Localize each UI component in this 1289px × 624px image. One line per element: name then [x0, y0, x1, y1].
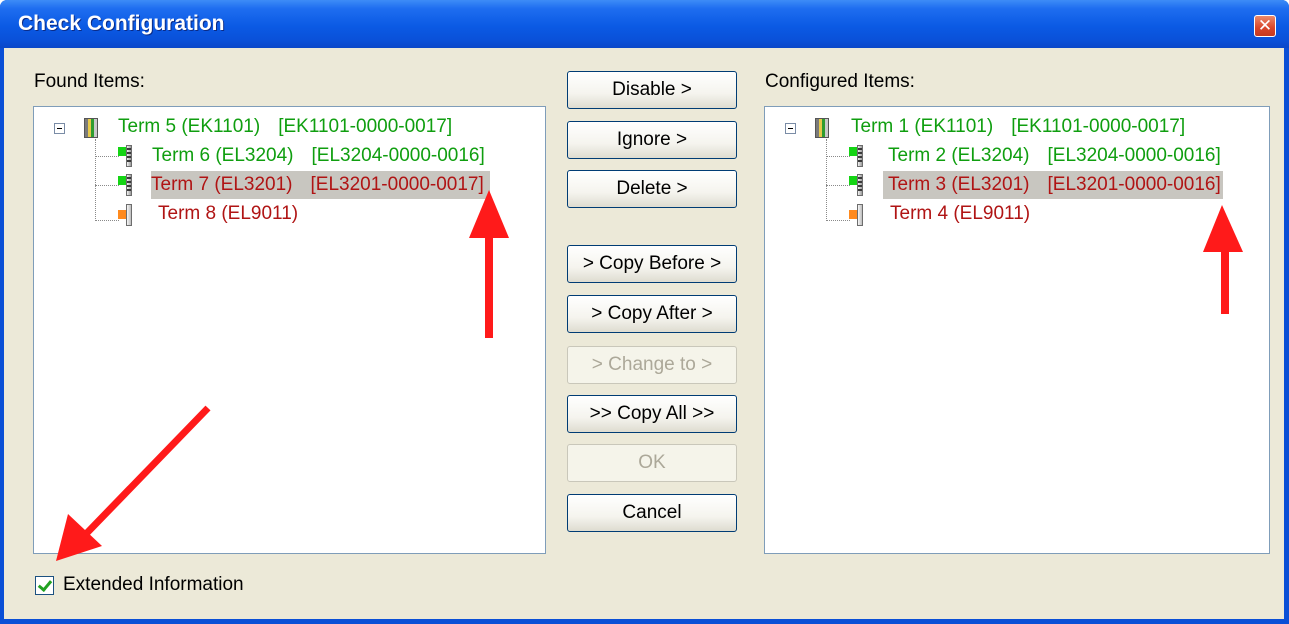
coupler-icon [84, 118, 98, 138]
item-part-number: [EL3204-0000-0016] [311, 145, 485, 166]
dialog-title: Check Configuration [18, 12, 225, 35]
terminal-green-icon [849, 174, 863, 196]
tree-connector [826, 139, 827, 221]
tree-item-term-1[interactable]: Term 1 (EK1101) [EK1101-0000-0017] [851, 113, 1185, 141]
tree-connector [826, 185, 850, 186]
item-part-number: [EL3201-0000-0016] [1047, 174, 1221, 195]
item-name: Term 1 (EK1101) [851, 116, 994, 137]
tree-item-term-4[interactable]: Term 4 (EL9011) [890, 200, 1030, 228]
extended-information-label: Extended Information [63, 574, 244, 595]
terminal-green-icon [118, 145, 132, 167]
tree-item-term-8[interactable]: Term 8 (EL9011) [158, 200, 298, 228]
tree-connector [826, 220, 850, 221]
ignore-button[interactable]: Ignore > [567, 121, 737, 159]
close-icon: ✕ [1257, 16, 1273, 35]
terminal-orange-icon [118, 204, 132, 226]
found-items-tree[interactable]: Term 5 (EK1101) [EK1101-0000-0017] Term 6… [33, 106, 546, 554]
copy-after-button[interactable]: > Copy After > [567, 295, 737, 333]
tree-item-term-6[interactable]: Term 6 (EL3204) [EL3204-0000-0016] [152, 142, 485, 170]
item-part-number: [EL3204-0000-0016] [1047, 145, 1221, 166]
terminal-orange-icon [849, 204, 863, 226]
terminal-green-icon [118, 174, 132, 196]
item-name: Term 4 (EL9011) [890, 203, 1031, 224]
delete-button[interactable]: Delete > [567, 170, 737, 208]
item-name: Term 7 (EL3201) [151, 174, 293, 195]
coupler-icon [815, 118, 829, 138]
title-bar[interactable]: Check Configuration ✕ [0, 0, 1289, 48]
item-name: Term 5 (EK1101) [118, 116, 261, 137]
copy-all-button[interactable]: >> Copy All >> [567, 395, 737, 433]
change-to-button[interactable]: > Change to > [567, 346, 737, 384]
item-part-number: [EK1101-0000-0017] [278, 116, 453, 137]
copy-before-button[interactable]: > Copy Before > [567, 245, 737, 283]
tree-connector [95, 156, 119, 157]
terminal-green-icon [849, 145, 863, 167]
item-part-number: [EL3201-0000-0017] [310, 174, 484, 195]
configured-items-tree[interactable]: Term 1 (EK1101) [EK1101-0000-0017] Term 2… [764, 106, 1270, 554]
tree-connector [95, 220, 119, 221]
extended-information-checkbox[interactable] [35, 576, 54, 595]
found-items-label: Found Items: [34, 71, 145, 92]
ok-button[interactable]: OK [567, 444, 737, 482]
cancel-button[interactable]: Cancel [567, 494, 737, 532]
disable-button[interactable]: Disable > [567, 71, 737, 109]
tree-connector [95, 185, 119, 186]
item-part-number: [EK1101-0000-0017] [1011, 116, 1186, 137]
collapse-icon[interactable] [54, 123, 65, 134]
configured-items-label: Configured Items: [765, 71, 915, 92]
check-configuration-dialog: Check Configuration ✕ Found Items: Term … [0, 0, 1289, 624]
tree-item-term-5[interactable]: Term 5 (EK1101) [EK1101-0000-0017] [118, 113, 452, 141]
tree-item-term-3[interactable]: Term 3 (EL3201) [EL3201-0000-0016] [883, 171, 1223, 199]
tree-item-term-2[interactable]: Term 2 (EL3204) [EL3204-0000-0016] [888, 142, 1221, 170]
tree-connector [826, 156, 850, 157]
item-name: Term 8 (EL9011) [158, 203, 299, 224]
tree-item-term-7[interactable]: Term 7 (EL3201) [EL3201-0000-0017] [151, 171, 490, 199]
item-name: Term 3 (EL3201) [888, 174, 1030, 195]
item-name: Term 2 (EL3204) [888, 145, 1030, 166]
close-button[interactable]: ✕ [1254, 15, 1276, 37]
collapse-icon[interactable] [785, 123, 796, 134]
item-name: Term 6 (EL3204) [152, 145, 294, 166]
tree-connector [95, 139, 96, 221]
dialog-body: Found Items: Term 5 (EK1101) [EK1101-0000… [4, 48, 1284, 619]
